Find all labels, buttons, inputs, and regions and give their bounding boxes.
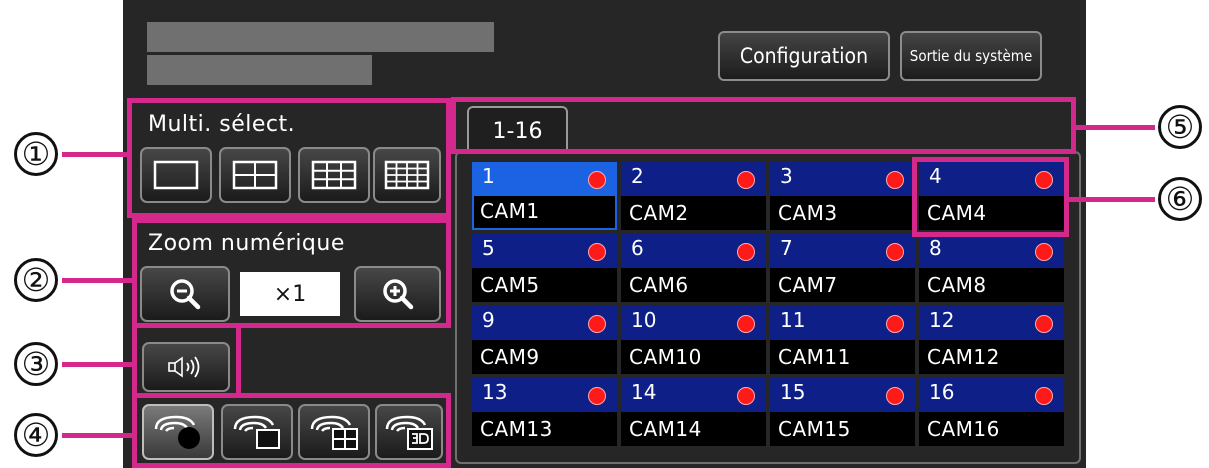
recording-indicator-icon [737,315,755,333]
callout-frame-multi-select [127,98,451,218]
camera-number: 12 [929,308,955,332]
camera-name: CAM13 [472,412,617,446]
camera-name: CAM3 [770,196,915,230]
camera-number: 11 [780,308,806,332]
camera-tile[interactable]: 16 CAM16 [919,378,1064,446]
callout-5: ⑤ [1158,105,1202,149]
camera-number: 8 [929,236,942,260]
redacted-subtitle [147,55,372,85]
camera-tile[interactable]: 11 CAM11 [770,306,915,374]
leader-line-4 [62,433,137,438]
recording-indicator-icon [737,171,755,189]
leader-line-6 [1064,197,1155,202]
camera-name: CAM16 [919,412,1064,446]
recording-indicator-icon [1035,387,1053,405]
callout-frame-audio [132,323,241,398]
camera-name: CAM1 [472,196,617,230]
callout-frame-display-mode [132,393,451,468]
camera-number: 5 [482,236,495,260]
camera-name: CAM9 [472,340,617,374]
leader-line-5 [1071,125,1155,130]
recording-indicator-icon [588,387,606,405]
camera-number: 16 [929,380,955,404]
callout-frame-tabs [451,97,1076,154]
camera-number: 6 [631,236,644,260]
camera-tile[interactable]: 14 CAM14 [621,378,766,446]
camera-name: CAM7 [770,268,915,302]
camera-number: 2 [631,164,644,188]
camera-tile[interactable]: 8 CAM8 [919,234,1064,302]
recording-indicator-icon [588,315,606,333]
recording-indicator-icon [588,243,606,261]
camera-number: 13 [482,380,508,404]
recording-indicator-icon [737,243,755,261]
system-exit-button[interactable]: Sortie du système [900,31,1042,81]
camera-tile[interactable]: 5 CAM5 [472,234,617,302]
camera-name: CAM6 [621,268,766,302]
recording-indicator-icon [886,171,904,189]
camera-number: 14 [631,380,657,404]
leader-line-3 [62,362,137,367]
callout-4: ④ [14,413,58,457]
camera-tile[interactable]: 1 CAM1 [472,162,617,230]
callout-frame-camera [912,157,1069,237]
camera-tile[interactable]: 3 CAM3 [770,162,915,230]
camera-name: CAM11 [770,340,915,374]
camera-number: 1 [482,164,495,188]
leader-line-2 [62,278,137,283]
leader-line-1 [62,152,132,157]
callout-1: ① [14,132,58,176]
recording-indicator-icon [737,387,755,405]
callout-2: ② [14,258,58,302]
camera-tile[interactable]: 7 CAM7 [770,234,915,302]
camera-name: CAM8 [919,268,1064,302]
camera-name: CAM2 [621,196,766,230]
camera-tile[interactable]: 13 CAM13 [472,378,617,446]
camera-tile[interactable]: 2 CAM2 [621,162,766,230]
callout-3: ③ [14,342,58,386]
camera-tile[interactable]: 12 CAM12 [919,306,1064,374]
camera-name: CAM5 [472,268,617,302]
callout-6: ⑥ [1158,177,1202,221]
camera-tile[interactable]: 6 CAM6 [621,234,766,302]
recording-indicator-icon [1035,243,1053,261]
camera-tile[interactable]: 15 CAM15 [770,378,915,446]
camera-number: 15 [780,380,806,404]
redacted-title [147,22,494,52]
recording-indicator-icon [886,315,904,333]
recording-indicator-icon [1035,315,1053,333]
recording-indicator-icon [886,387,904,405]
recording-indicator-icon [886,243,904,261]
camera-number: 7 [780,236,793,260]
camera-name: CAM10 [621,340,766,374]
camera-number: 3 [780,164,793,188]
recording-indicator-icon [588,171,606,189]
camera-tile[interactable]: 10 CAM10 [621,306,766,374]
camera-name: CAM12 [919,340,1064,374]
camera-tile[interactable]: 9 CAM9 [472,306,617,374]
camera-number: 10 [631,308,657,332]
configuration-button[interactable]: Configuration [718,31,890,81]
camera-name: CAM14 [621,412,766,446]
callout-frame-zoom [132,218,451,328]
camera-name: CAM15 [770,412,915,446]
camera-number: 9 [482,308,495,332]
